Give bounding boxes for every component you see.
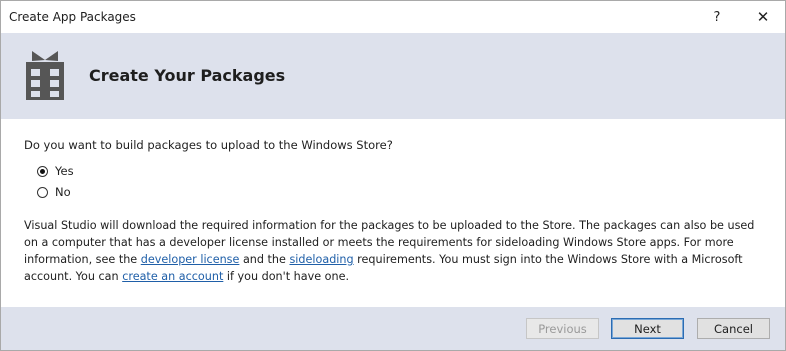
- radio-yes-indicator[interactable]: [37, 165, 48, 177]
- developer-license-link[interactable]: developer license: [141, 253, 240, 266]
- cancel-button[interactable]: Cancel: [697, 318, 770, 339]
- window-title: Create App Packages: [9, 10, 136, 24]
- info-paragraph: Visual Studio will download the required…: [24, 217, 769, 285]
- title-bar: Create App Packages ? ✕: [1, 1, 785, 33]
- header-banner: Create Your Packages: [1, 33, 785, 119]
- radio-no[interactable]: No: [37, 185, 71, 199]
- info-text-4: if you don't have one.: [223, 270, 350, 283]
- package-gift-icon: [24, 47, 66, 101]
- button-bar: Previous Next Cancel: [1, 307, 785, 350]
- info-text-2: and the: [239, 253, 290, 266]
- radio-yes-label[interactable]: Yes: [55, 164, 74, 178]
- radio-no-label[interactable]: No: [55, 185, 71, 199]
- create-account-link[interactable]: create an account: [122, 270, 223, 283]
- next-button[interactable]: Next: [611, 318, 684, 339]
- page-title: Create Your Packages: [89, 66, 286, 85]
- radio-no-indicator[interactable]: [37, 186, 48, 198]
- help-button[interactable]: ?: [695, 1, 739, 33]
- close-button[interactable]: ✕: [741, 1, 785, 33]
- sideloading-link[interactable]: sideloading: [289, 253, 353, 266]
- previous-button[interactable]: Previous: [526, 318, 599, 339]
- radio-yes[interactable]: Yes: [37, 164, 74, 178]
- build-packages-question: Do you want to build packages to upload …: [24, 138, 393, 152]
- create-app-packages-dialog: Create App Packages ? ✕ Create Your Pack…: [0, 0, 786, 351]
